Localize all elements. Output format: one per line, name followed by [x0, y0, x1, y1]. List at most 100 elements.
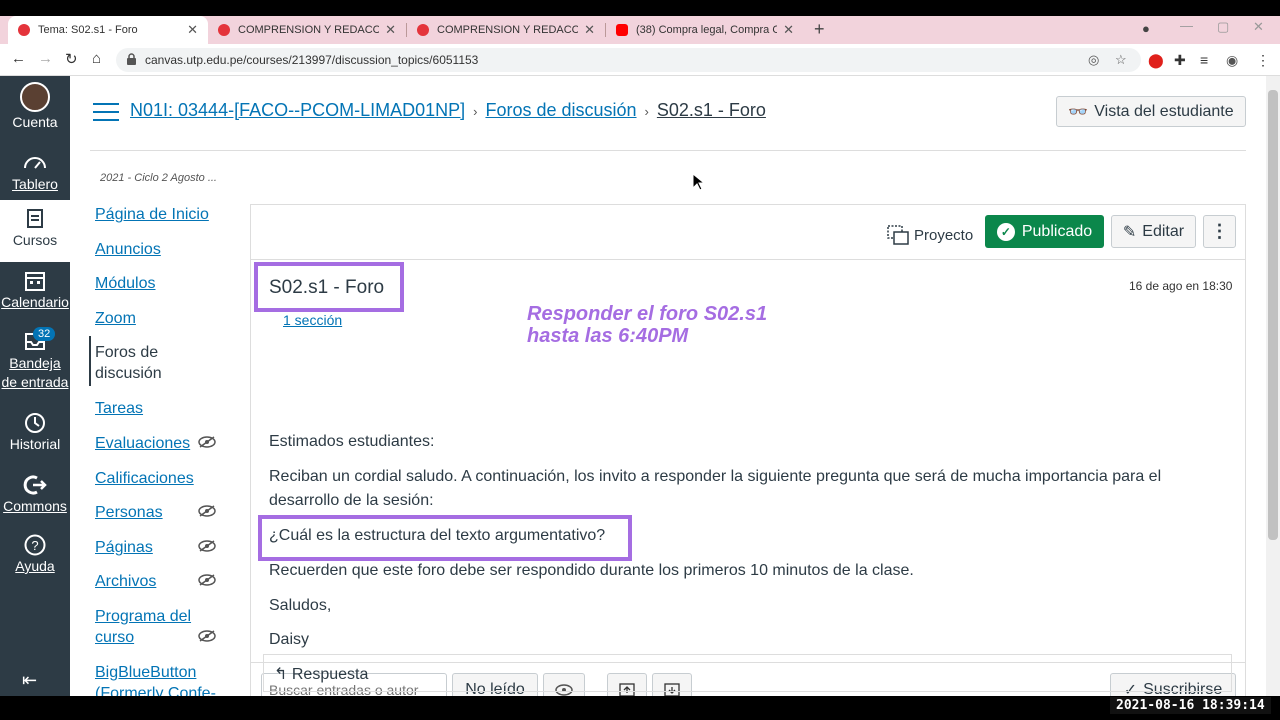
hidden-eye-icon — [198, 505, 216, 517]
canvas-favicon-icon — [218, 24, 230, 36]
term-label: 2021 - Ciclo 2 Agosto ... — [100, 172, 217, 184]
sections-link[interactable]: 1 sección — [283, 312, 342, 328]
hamburger-menu-icon[interactable] — [93, 103, 119, 121]
gnav-commons[interactable]: Commons — [0, 474, 70, 514]
course-nav-announcements[interactable]: Anuncios — [95, 239, 161, 260]
extensions-puzzle-icon[interactable]: ✚ — [1174, 52, 1186, 69]
help-icon: ? — [24, 534, 46, 556]
media-queue-icon[interactable]: ≡ — [1200, 52, 1208, 68]
body-closing: Saludos, — [269, 597, 332, 614]
browser-tab-strip: Tema: S02.s1 - Foro ✕ COMPRENSION Y REDA… — [0, 16, 1280, 44]
youtube-favicon-icon — [616, 24, 628, 36]
reload-icon[interactable]: ↻ — [65, 50, 78, 68]
browser-menu-icon[interactable]: ⋮ — [1256, 52, 1270, 69]
browser-tab-active[interactable]: Tema: S02.s1 - Foro ✕ — [8, 16, 208, 44]
gnav-help[interactable]: ? Ayuda — [0, 534, 70, 574]
more-options-icon[interactable]: ⋮ — [1203, 215, 1236, 248]
inbox-count-badge: 32 — [33, 327, 56, 341]
back-icon[interactable]: ← — [11, 50, 26, 67]
global-navigation: Cuenta Tablero Cursos Calendario 32 Band… — [0, 76, 70, 696]
profile-avatar-icon[interactable]: ◉ — [1226, 52, 1238, 69]
forward-icon[interactable]: → — [38, 50, 53, 67]
courses-icon — [27, 209, 43, 228]
url-field[interactable]: canvas.utp.edu.pe/courses/213997/discuss… — [116, 48, 1141, 72]
published-button[interactable]: ✓ Publicado — [985, 215, 1104, 248]
browser-tab[interactable]: (38) Compra legal, Compra Origi ✕ — [606, 16, 804, 44]
course-nav-quizzes[interactable]: Evaluaciones — [95, 433, 190, 454]
breadcrumb-current[interactable]: S02.s1 - Foro — [657, 100, 766, 120]
close-tab-icon[interactable]: ✕ — [584, 22, 595, 38]
course-nav-files[interactable]: Archivos — [95, 571, 156, 592]
new-tab-icon[interactable]: + — [814, 19, 825, 40]
browser-tab[interactable]: COMPRENSION Y REDACCION D ✕ — [208, 16, 406, 44]
collapse-nav-icon[interactable]: ⇤ — [22, 670, 37, 691]
course-nav-modules[interactable]: Módulos — [95, 273, 155, 294]
annotation-overlay: Responder el foro S02.s1 hasta las 6:40P… — [527, 303, 768, 347]
bookmark-star-icon[interactable]: ☆ — [1115, 52, 1127, 68]
course-nav-discussions[interactable]: Foros de discusión — [95, 342, 175, 384]
canvas-favicon-icon — [18, 24, 30, 36]
calendar-icon — [25, 272, 45, 291]
post-date: 16 de ago en 18:30 — [1129, 279, 1233, 293]
project-icon — [887, 225, 909, 245]
gnav-account[interactable]: Cuenta — [0, 82, 70, 130]
course-nav-pages[interactable]: Páginas — [95, 537, 153, 558]
hidden-eye-icon — [198, 630, 216, 642]
dashboard-icon — [24, 157, 46, 169]
opera-extension-icon[interactable]: ⬤ — [1148, 52, 1164, 69]
top-black-bar — [0, 0, 1280, 16]
course-nav-home[interactable]: Página de Inicio — [95, 204, 209, 225]
body-greeting: Estimados estudiantes: — [269, 433, 435, 450]
close-window-icon[interactable]: ✕ — [1253, 19, 1264, 35]
discussion-main: Proyecto ✓ Publicado ✎ Editar ⋮ S02.s1 -… — [250, 204, 1246, 696]
course-nav-bigbluebutton[interactable]: BigBlueButton (Formerly Confe- — [95, 662, 225, 696]
profile-menu-icon[interactable]: ● — [1142, 21, 1150, 36]
check-circle-icon: ✓ — [996, 222, 1015, 241]
gnav-inbox[interactable]: 32 Bandeja de entrada — [0, 327, 70, 392]
close-tab-icon[interactable]: ✕ — [385, 22, 396, 38]
scrollbar-thumb[interactable] — [1268, 90, 1278, 540]
hidden-eye-icon — [198, 574, 216, 586]
active-nav-indicator — [89, 336, 91, 386]
chevron-right-icon: › — [473, 104, 478, 119]
gnav-courses[interactable]: Cursos — [0, 200, 70, 262]
hidden-eye-icon — [198, 540, 216, 552]
edit-button[interactable]: ✎ Editar — [1111, 215, 1196, 248]
gnav-dashboard[interactable]: Tablero — [0, 152, 70, 192]
clock-icon — [25, 413, 45, 433]
course-nav-grades[interactable]: Calificaciones — [95, 468, 194, 489]
close-tab-icon[interactable]: ✕ — [187, 22, 198, 38]
commons-icon — [23, 475, 47, 495]
course-nav-assignments[interactable]: Tareas — [95, 398, 143, 419]
chevron-right-icon: › — [644, 104, 649, 119]
minimize-icon[interactable]: — — [1180, 18, 1193, 33]
mouse-cursor-icon — [692, 173, 704, 191]
browser-tab[interactable]: COMPRENSION Y REDACCION D ✕ — [407, 16, 605, 44]
body-question: ¿Cuál es la estructura del texto argumen… — [269, 527, 606, 544]
eye-off-icon[interactable]: ◎ — [1088, 52, 1099, 68]
address-bar: ← → ↻ ⌂ canvas.utp.edu.pe/courses/213997… — [0, 44, 1280, 76]
breadcrumb-discussions[interactable]: Foros de discusión — [485, 100, 636, 120]
breadcrumb-course[interactable]: N01I: 03444-[FACO--PCOM-LIMAD01NP] — [130, 100, 465, 120]
course-nav-people[interactable]: Personas — [95, 502, 163, 523]
body-signature: Daisy — [269, 631, 310, 648]
gnav-calendar[interactable]: Calendario — [0, 270, 70, 310]
home-icon[interactable]: ⌂ — [92, 50, 101, 67]
course-nav-syllabus[interactable]: Programa del curso — [95, 606, 195, 648]
gnav-history[interactable]: Historial — [0, 412, 70, 452]
hidden-eye-icon — [198, 436, 216, 448]
body-intro: Reciban un cordial saludo. A continuació… — [269, 468, 1162, 509]
close-tab-icon[interactable]: ✕ — [783, 22, 794, 38]
discussion-toolbar: Proyecto ✓ Publicado ✎ Editar ⋮ — [251, 205, 1245, 260]
breadcrumb: N01I: 03444-[FACO--PCOM-LIMAD01NP] › Foros… — [130, 100, 766, 121]
course-nav-zoom[interactable]: Zoom — [95, 308, 136, 329]
canvas-page: Cuenta Tablero Cursos Calendario 32 Band… — [0, 76, 1280, 696]
lock-icon — [127, 53, 136, 65]
page-scrollbar[interactable] — [1266, 76, 1280, 696]
maximize-icon[interactable]: ▢ — [1217, 19, 1229, 35]
reply-arrow-icon: ↰ — [274, 666, 288, 683]
reply-button[interactable]: ↰ Respuesta — [263, 654, 1232, 692]
bottom-black-bar — [0, 696, 1280, 720]
student-view-button[interactable]: 👓 Vista del estudiante — [1056, 96, 1246, 127]
project-label[interactable]: Proyecto — [887, 225, 973, 245]
